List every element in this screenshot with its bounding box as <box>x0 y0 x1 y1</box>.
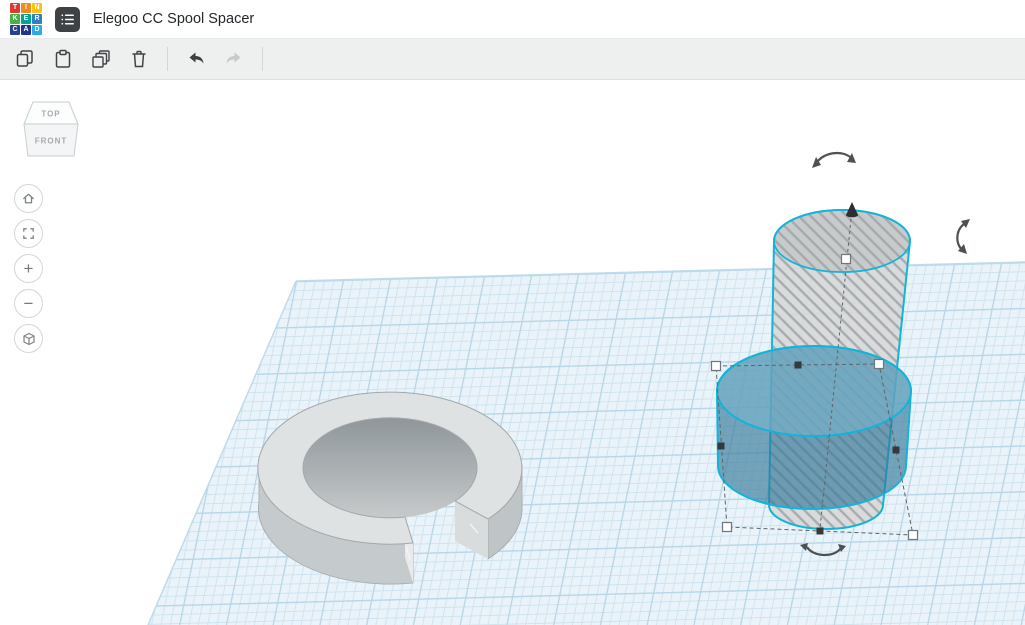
paste-button[interactable] <box>44 43 82 75</box>
zoom-out-button[interactable]: − <box>14 289 43 318</box>
edit-toolbar <box>0 39 1025 80</box>
rotate-handle-right[interactable] <box>956 221 967 251</box>
zoom-in-label: + <box>23 259 34 278</box>
logo-tile: N <box>32 3 42 13</box>
zoom-in-button[interactable]: + <box>14 254 43 283</box>
fit-view-icon <box>23 228 34 239</box>
scale-handle-front-right[interactable] <box>907 529 919 541</box>
fit-view-button[interactable] <box>14 219 43 248</box>
titlebar: TIN KER CAD Elegoo CC Spool Spacer <box>0 0 1025 39</box>
copy-button[interactable] <box>6 43 44 75</box>
object-solid-cylinder[interactable] <box>715 345 913 510</box>
scale-handle-back-right[interactable] <box>873 358 885 370</box>
logo-tile: E <box>21 14 31 24</box>
logo-tile: R <box>32 14 42 24</box>
scale-handle-front[interactable] <box>816 527 824 535</box>
object-spacer-ring[interactable] <box>257 391 523 585</box>
scale-handle-right[interactable] <box>892 446 900 454</box>
duplicate-icon <box>92 50 110 68</box>
design-properties-icon <box>61 13 74 25</box>
duplicate-button[interactable] <box>82 43 120 75</box>
delete-button[interactable] <box>120 43 158 75</box>
view-cube-front-label[interactable]: FRONT <box>35 137 68 146</box>
tinkercad-logo[interactable]: TIN KER CAD <box>10 3 42 35</box>
scale-handle-left[interactable] <box>717 442 725 450</box>
zoom-out-label: − <box>23 294 34 313</box>
trash-icon <box>132 50 146 68</box>
redo-icon <box>226 52 241 64</box>
design-properties-button[interactable] <box>55 6 80 32</box>
copy-icon <box>16 50 33 67</box>
undo-icon <box>189 52 204 64</box>
height-scale-handle[interactable] <box>840 253 852 265</box>
view-cube-top-label[interactable]: TOP <box>41 110 60 119</box>
logo-tile: K <box>10 14 20 24</box>
logo-tile: C <box>10 25 20 35</box>
design-title[interactable]: Elegoo CC Spool Spacer <box>93 11 254 27</box>
toolbar-divider <box>262 47 263 71</box>
logo-tile: A <box>21 25 31 35</box>
view-controls: + − <box>14 184 43 353</box>
scale-handle-back[interactable] <box>794 361 802 369</box>
redo-button <box>215 43 253 75</box>
toolbar-divider <box>167 47 168 71</box>
logo-tile: T <box>10 3 20 13</box>
view-cube[interactable]: TOP FRONT <box>14 94 88 169</box>
logo-tile: I <box>21 3 31 13</box>
home-view-button[interactable] <box>14 184 43 213</box>
scale-handle-back-left[interactable] <box>710 360 722 372</box>
canvas-3d-viewport[interactable] <box>0 0 1025 625</box>
scale-handle-front-left[interactable] <box>721 521 733 533</box>
perspective-cube-icon <box>22 332 35 345</box>
paste-icon <box>55 49 71 68</box>
rotate-handle-top[interactable] <box>815 151 853 165</box>
undo-button[interactable] <box>177 43 215 75</box>
logo-tile: D <box>32 25 42 35</box>
perspective-toggle-button[interactable] <box>14 324 43 353</box>
home-icon <box>23 193 34 204</box>
